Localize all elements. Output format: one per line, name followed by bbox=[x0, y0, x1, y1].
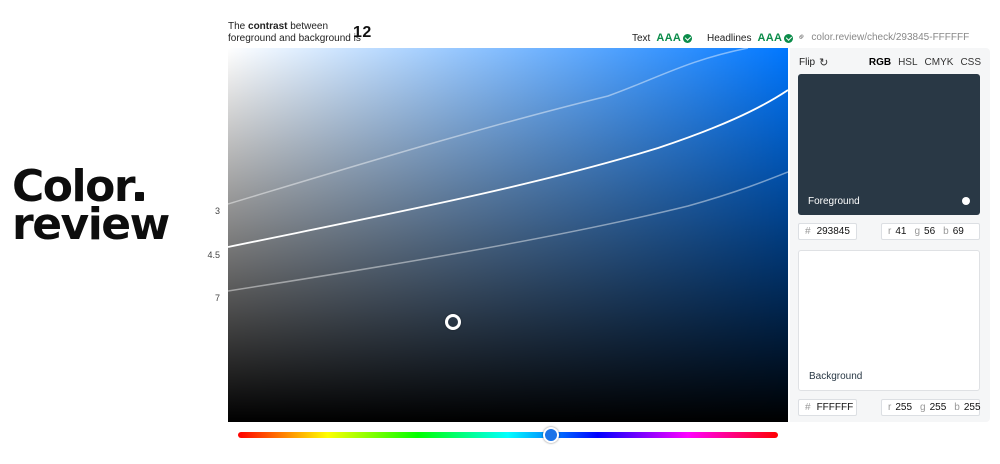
background-g-value[interactable]: 255 bbox=[930, 402, 947, 413]
rating-headlines-label: Headlines bbox=[707, 32, 752, 44]
background-hex-input[interactable]: # FFFFFF bbox=[798, 399, 857, 416]
hue-slider[interactable] bbox=[238, 427, 778, 443]
foreground-g-value[interactable]: 56 bbox=[924, 226, 935, 237]
background-r-value[interactable]: 255 bbox=[895, 402, 912, 413]
flip-button[interactable]: Flip ↻ bbox=[799, 56, 828, 69]
rating-headlines: Headlines AAA bbox=[707, 32, 794, 44]
flip-label: Flip bbox=[799, 57, 816, 68]
rating-text: Text AAA bbox=[632, 32, 693, 44]
color-mode-tabs: RGB HSL CMYK CSS bbox=[869, 57, 981, 68]
hex-prefix: # bbox=[805, 402, 811, 413]
b-label: b bbox=[943, 226, 949, 237]
contrast-curve-4-5 bbox=[228, 89, 788, 248]
foreground-swatch[interactable]: Foreground bbox=[798, 74, 980, 215]
r-label: r bbox=[888, 402, 892, 413]
g-label: g bbox=[920, 402, 926, 413]
contrast-curves bbox=[228, 48, 788, 292]
hue-slider-handle[interactable] bbox=[543, 427, 560, 443]
contrast-line-2: foreground and background is bbox=[228, 33, 361, 44]
check-icon bbox=[683, 33, 693, 43]
contrast-text: The contrast between foreground and back… bbox=[228, 21, 361, 45]
tab-rgb[interactable]: RGB bbox=[869, 57, 891, 68]
rating-text-label: Text bbox=[632, 32, 651, 44]
rating-text-grade: AAA bbox=[656, 32, 682, 44]
tab-cmyk[interactable]: CMYK bbox=[925, 57, 954, 68]
contrast-curve-3 bbox=[228, 48, 749, 205]
foreground-r-value[interactable]: 41 bbox=[895, 226, 906, 237]
background-rgb-input[interactable]: r 255 g 255 b 255 bbox=[881, 399, 981, 416]
background-label: Background bbox=[809, 371, 863, 382]
foreground-hex-value[interactable]: 293845 bbox=[817, 226, 850, 237]
background-b-value[interactable]: 255 bbox=[964, 402, 981, 413]
color-panel: Flip ↻ RGB HSL CMYK CSS Foreground # 293… bbox=[790, 48, 990, 422]
share-link[interactable]: ⚭ color.review/check/293845-FFFFFF bbox=[795, 30, 969, 45]
logo[interactable]: Color review bbox=[12, 165, 172, 250]
curve-label-3: 3 bbox=[214, 206, 220, 216]
contrast-ratio-value: 12 bbox=[353, 24, 372, 41]
active-indicator-dot bbox=[962, 197, 970, 205]
tab-hsl[interactable]: HSL bbox=[898, 57, 917, 68]
check-icon bbox=[784, 33, 794, 43]
g-label: g bbox=[914, 226, 921, 237]
contrast-summary: The contrast between foreground and back… bbox=[228, 21, 371, 45]
hex-prefix: # bbox=[805, 226, 811, 237]
tab-css[interactable]: CSS bbox=[960, 57, 981, 68]
background-swatch[interactable]: Background bbox=[798, 250, 980, 391]
foreground-label: Foreground bbox=[808, 196, 860, 207]
foreground-rgb-input[interactable]: r 41 g 56 b 69 bbox=[881, 223, 980, 240]
background-hex-value[interactable]: FFFFFF bbox=[817, 402, 854, 413]
link-icon: ⚭ bbox=[795, 30, 810, 45]
contrast-line-1: The contrast between bbox=[228, 21, 329, 32]
panel-toolbar: Flip ↻ RGB HSL CMYK CSS bbox=[799, 56, 981, 69]
r-label: r bbox=[888, 226, 892, 237]
contrast-curve-7 bbox=[228, 171, 788, 292]
curve-label-4-5: 4.5 bbox=[207, 250, 220, 260]
share-link-text[interactable]: color.review/check/293845-FFFFFF bbox=[811, 32, 969, 43]
b-label: b bbox=[954, 402, 960, 413]
foreground-hex-input[interactable]: # 293845 bbox=[798, 223, 857, 240]
foreground-b-value[interactable]: 69 bbox=[953, 226, 964, 237]
refresh-icon: ↻ bbox=[819, 57, 829, 69]
rating-headlines-grade: AAA bbox=[757, 32, 783, 44]
curve-label-7: 7 bbox=[214, 293, 220, 303]
color-picker-handle[interactable] bbox=[445, 314, 461, 330]
logo-line-2: review bbox=[12, 199, 170, 250]
color-picker-area[interactable] bbox=[228, 48, 788, 422]
